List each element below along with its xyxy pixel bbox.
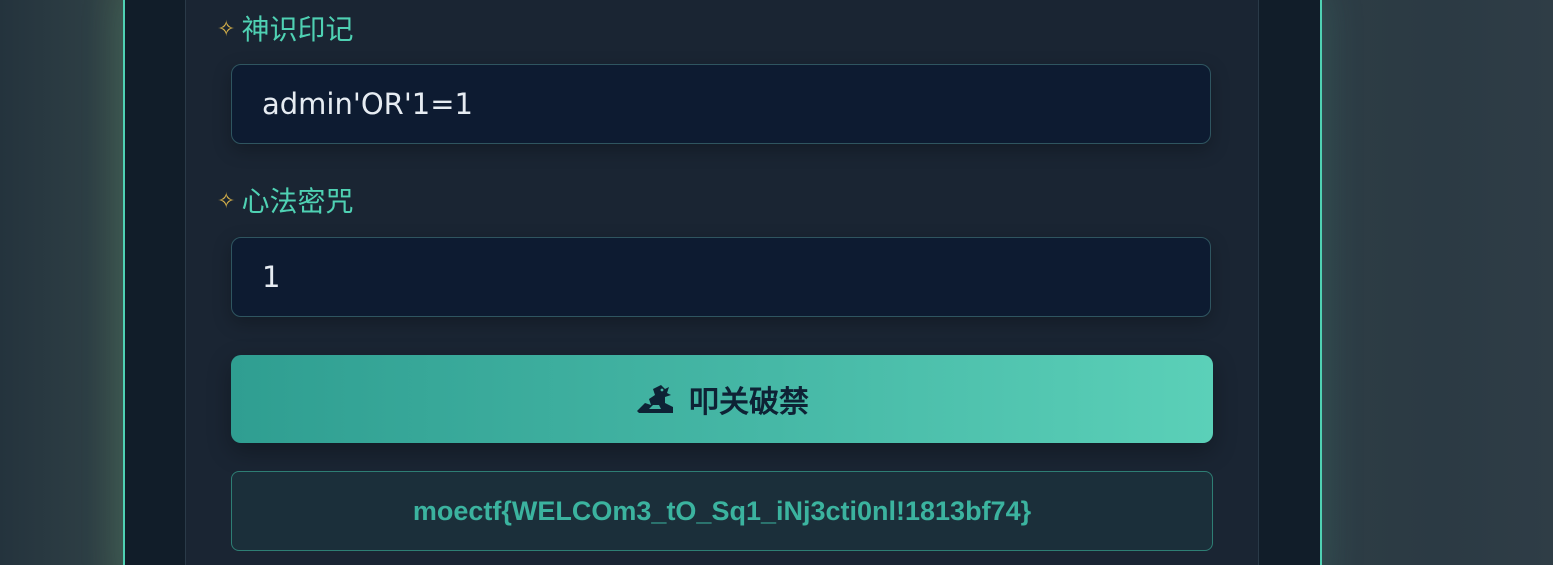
password-label-text: 心法密咒 — [241, 185, 354, 218]
username-value: admin'OR'1=1 — [262, 87, 473, 121]
sparkle-icon: ✧ — [217, 189, 236, 214]
background-left — [0, 0, 123, 565]
dragon-icon — [635, 383, 675, 415]
username-label: ✧ 神识印记 — [217, 16, 353, 44]
username-label-text: 神识印记 — [241, 13, 354, 46]
flag-text: moectf{WELCOm3_tO_Sq1_iNj3cti0nl!1813bf7… — [412, 495, 1032, 526]
background-right — [1322, 0, 1553, 565]
submit-button[interactable]: 叩关破禁 — [231, 355, 1213, 443]
flag-result-box: moectf{WELCOm3_tO_Sq1_iNj3cti0nl!1813bf7… — [231, 471, 1213, 551]
password-field[interactable]: 1 — [231, 237, 1211, 317]
username-field[interactable]: admin'OR'1=1 — [231, 64, 1211, 144]
submit-label: 叩关破禁 — [689, 385, 809, 420]
password-label: ✧ 心法密咒 — [217, 188, 353, 216]
password-value: 1 — [262, 260, 281, 294]
sparkle-icon: ✧ — [217, 17, 236, 42]
